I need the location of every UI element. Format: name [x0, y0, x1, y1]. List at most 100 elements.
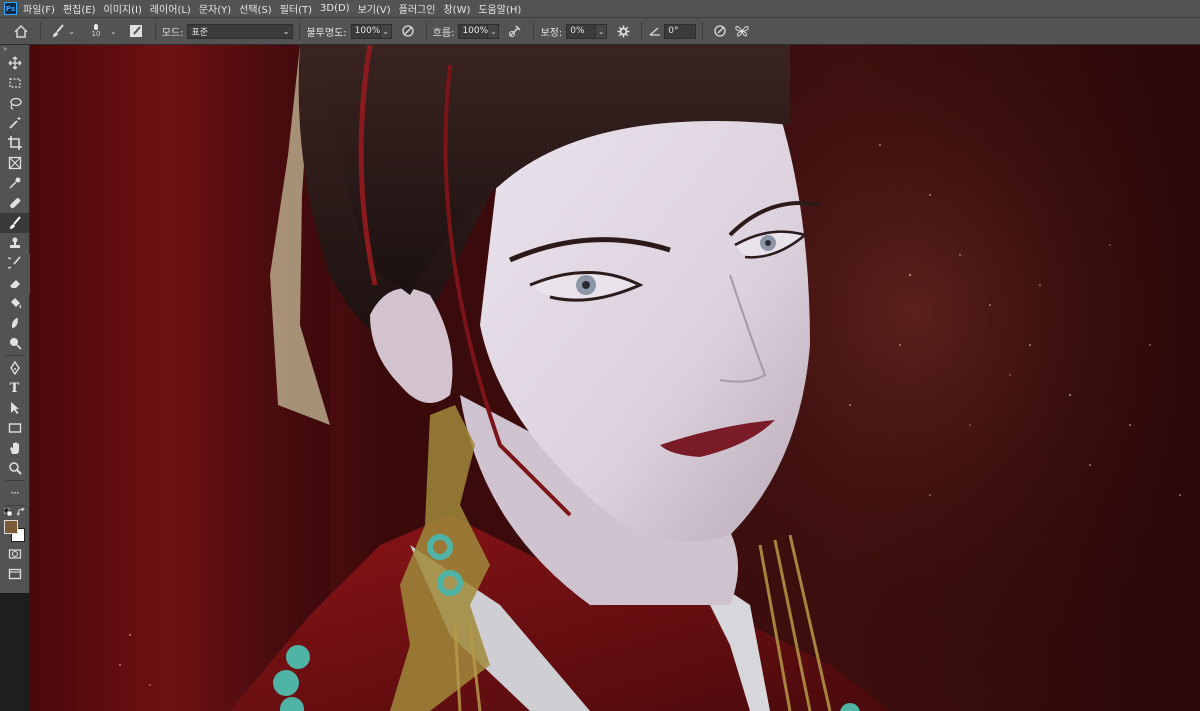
rectangle-icon [8, 423, 21, 433]
separator [299, 22, 301, 40]
chevron-down-icon[interactable]: ⌄ [110, 27, 117, 36]
separator [425, 22, 427, 40]
collapse-toolbar-icon[interactable]: » [0, 45, 29, 53]
menu-3d[interactable]: 3D(D) [320, 3, 350, 14]
screen-mode-icon [8, 568, 21, 580]
toolbar-divider [4, 480, 25, 481]
toolbar-divider [4, 355, 25, 356]
move-icon [8, 56, 21, 70]
history-brush-tool[interactable] [0, 253, 29, 273]
zoom-icon [8, 462, 22, 475]
toolbar-divider [4, 505, 25, 506]
quick-mask-button[interactable] [0, 544, 29, 564]
opacity-dropdown[interactable]: ⌄ [380, 23, 392, 39]
hand-icon [9, 442, 19, 454]
swap-colors-icon[interactable] [17, 508, 25, 516]
marquee-tool[interactable] [0, 73, 29, 93]
menu-layer[interactable]: 레이어(L) [150, 1, 191, 16]
lasso-tool[interactable] [0, 93, 29, 113]
photoshop-logo[interactable]: Ps [4, 2, 17, 15]
eraser-tool[interactable] [0, 273, 29, 293]
menu-edit[interactable]: 편집(E) [63, 1, 96, 16]
frame-icon [8, 156, 21, 170]
paint-bucket-tool[interactable] [0, 293, 29, 313]
home-icon[interactable] [8, 24, 34, 38]
menu-help[interactable]: 도움말(H) [478, 1, 521, 16]
arrow-icon [10, 402, 19, 414]
move-tool[interactable] [0, 53, 29, 73]
brush-settings-panel-toggle[interactable] [123, 24, 149, 38]
painting-artwork [30, 45, 1200, 711]
marquee-icon [8, 78, 21, 88]
pressure-size-icon[interactable] [709, 24, 731, 38]
blur-tool[interactable] [0, 313, 29, 333]
brush-icon [9, 216, 21, 229]
hand-tool[interactable] [0, 438, 29, 458]
menu-view[interactable]: 보기(V) [358, 1, 391, 16]
foreground-color-swatch[interactable] [4, 520, 18, 534]
menu-window[interactable]: 창(W) [443, 1, 470, 16]
smoothing-input[interactable]: 0% [566, 23, 597, 39]
magic-wand-tool[interactable] [0, 113, 29, 133]
options-bar: ⌄ 10 ⌄ 모드: 표준 ⌄ 불투명도: 100% ⌄ 흐름: 100% ⌄ … [0, 18, 1200, 45]
flow-label: 흐름: [432, 27, 455, 39]
separator [40, 22, 41, 40]
brush-tool[interactable] [0, 213, 29, 233]
menu-image[interactable]: 이미지(I) [104, 1, 142, 16]
path-selection-tool[interactable] [0, 398, 29, 418]
brush-size-preview[interactable]: 10 [85, 24, 107, 38]
symmetry-butterfly-icon[interactable] [731, 25, 753, 37]
stamp-icon [9, 237, 20, 248]
dodge-tool[interactable] [0, 333, 29, 353]
menu-filter[interactable]: 필터(T) [280, 1, 312, 16]
smoothing-label: 보정: [540, 27, 563, 39]
document-canvas[interactable] [30, 45, 1200, 711]
separator [641, 22, 643, 40]
eraser-icon [9, 280, 20, 288]
bucket-icon [10, 298, 21, 309]
menu-file[interactable]: 파일(F) [23, 1, 55, 16]
pen-tool[interactable] [0, 358, 29, 378]
airbrush-icon[interactable] [503, 24, 527, 38]
magic-wand-icon [8, 117, 20, 129]
brush-preset-picker[interactable]: ⌄ [47, 24, 79, 38]
opacity-input[interactable]: 100% [350, 23, 381, 39]
separator [702, 22, 704, 40]
brush-icon [53, 24, 64, 37]
edit-toolbar-button[interactable]: ··· [0, 483, 29, 503]
crop-tool[interactable] [0, 133, 29, 153]
mode-select[interactable]: 표준 ⌄ [187, 23, 294, 39]
eyedropper-icon [8, 177, 20, 189]
bandage-icon [9, 198, 20, 209]
mode-value: 표준 [191, 27, 209, 38]
zoom-tool[interactable] [0, 458, 29, 478]
pressure-opacity-icon[interactable] [396, 24, 420, 38]
separator [533, 22, 535, 40]
quick-mask-icon [8, 549, 21, 559]
menu-plugins[interactable]: 플러그인 [399, 1, 436, 16]
color-swatches [0, 508, 29, 544]
lasso-icon [9, 97, 22, 110]
default-colors-icon[interactable] [4, 508, 12, 516]
dodge-icon [9, 338, 22, 350]
frame-tool[interactable] [0, 153, 29, 173]
eyedropper-tool[interactable] [0, 173, 29, 193]
pen-icon [9, 361, 20, 375]
smoothing-dropdown[interactable]: ⌄ [596, 23, 608, 39]
screen-mode-button[interactable] [0, 564, 29, 584]
flow-dropdown[interactable]: ⌄ [488, 23, 500, 39]
tools-panel: » T ··· [0, 45, 30, 593]
opacity-label: 불투명도: [306, 27, 347, 39]
angle-input[interactable]: 0° [664, 23, 697, 39]
menu-type[interactable]: 문자(Y) [199, 1, 231, 16]
brush-size-value: 10 [91, 30, 101, 38]
healing-brush-tool[interactable] [0, 193, 29, 213]
clone-stamp-tool[interactable] [0, 233, 29, 253]
rectangle-tool[interactable] [0, 418, 29, 438]
more-icon: ··· [10, 486, 20, 500]
type-tool[interactable]: T [0, 378, 29, 398]
gear-icon[interactable] [611, 24, 635, 38]
chevron-down-icon: ⌄ [282, 26, 290, 36]
flow-input[interactable]: 100% [458, 23, 489, 39]
menu-select[interactable]: 선택(S) [239, 1, 272, 16]
